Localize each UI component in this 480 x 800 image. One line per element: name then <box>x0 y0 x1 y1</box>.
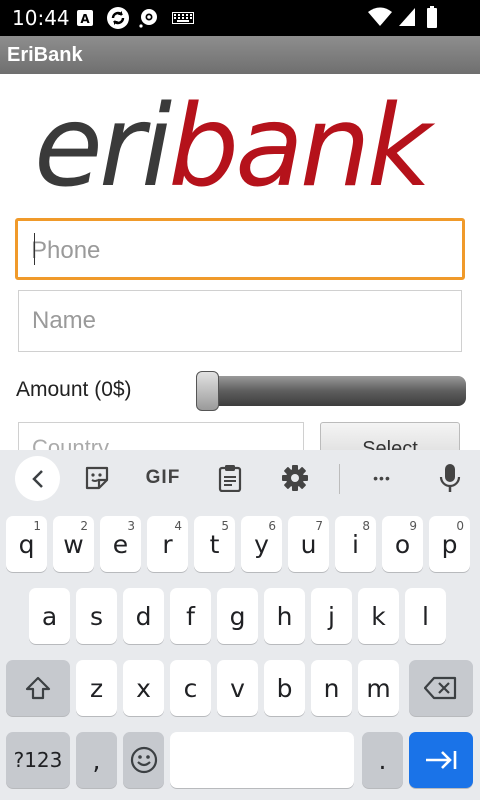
battery-icon <box>427 6 437 28</box>
key-label: o <box>394 529 411 559</box>
wifi-icon <box>368 7 392 26</box>
key-hint: 2 <box>80 519 88 533</box>
key-p[interactable]: p0 <box>429 516 470 572</box>
key-h[interactable]: h <box>264 588 305 644</box>
app-title: EriBank <box>7 44 83 66</box>
key-i[interactable]: i8 <box>335 516 376 572</box>
key-l[interactable]: l <box>405 588 446 644</box>
key-s[interactable]: s <box>76 588 117 644</box>
shift-key[interactable] <box>6 660 70 716</box>
key-label: q <box>18 529 35 559</box>
key-f[interactable]: f <box>170 588 211 644</box>
key-g[interactable]: g <box>217 588 258 644</box>
key-n[interactable]: n <box>311 660 352 716</box>
logo-text-bank: bank <box>168 82 432 212</box>
phone-input[interactable]: Phone <box>15 218 465 280</box>
name-placeholder: Name <box>32 307 97 334</box>
key-y[interactable]: y6 <box>241 516 282 572</box>
key-d[interactable]: d <box>123 588 164 644</box>
logo-text-eri: eri <box>34 82 172 212</box>
key-a[interactable]: a <box>29 588 70 644</box>
period-key[interactable]: . <box>362 732 403 788</box>
key-j[interactable]: j <box>311 588 352 644</box>
key-hint: 3 <box>127 519 135 533</box>
key-hint: 7 <box>315 519 323 533</box>
key-z[interactable]: z <box>76 660 117 716</box>
key-x[interactable]: x <box>123 660 164 716</box>
clipboard-icon <box>218 465 242 492</box>
key-label: t <box>209 529 220 559</box>
key-hint: 6 <box>268 519 276 533</box>
microphone-icon <box>439 464 461 492</box>
text-caret <box>34 233 35 265</box>
key-e[interactable]: e3 <box>100 516 141 572</box>
key-hint: 9 <box>409 519 417 533</box>
amount-slider-track[interactable] <box>196 376 466 406</box>
sticker-button[interactable] <box>82 462 112 494</box>
comma-key[interactable]: , <box>76 732 117 788</box>
key-label: e <box>112 529 129 559</box>
keyboard-status-icon <box>172 12 194 24</box>
clipboard-button[interactable] <box>215 462 245 494</box>
key-c[interactable]: c <box>170 660 211 716</box>
key-hint: 0 <box>456 519 464 533</box>
key-t[interactable]: t5 <box>194 516 235 572</box>
search-status-icon <box>139 9 157 28</box>
name-input[interactable]: Name <box>18 290 462 352</box>
soft-keyboard: GIF ••• q1 w2 e3 r4 t5 y6 u7 i8 o9 p0 a … <box>0 450 480 800</box>
next-field-key[interactable] <box>409 732 473 788</box>
keyboard-back-button[interactable] <box>15 456 60 501</box>
key-label: r <box>162 529 173 559</box>
key-w[interactable]: w2 <box>53 516 94 572</box>
emoji-icon <box>130 746 157 774</box>
key-label: w <box>63 529 84 559</box>
key-r[interactable]: r4 <box>147 516 188 572</box>
sync-icon <box>107 7 129 29</box>
key-o[interactable]: o9 <box>382 516 423 572</box>
key-hint: 1 <box>33 519 41 533</box>
app-title-bar: EriBank <box>0 36 480 74</box>
key-label: u <box>300 529 317 559</box>
sticker-icon <box>85 466 109 490</box>
key-label: y <box>254 529 269 559</box>
svg-text:A: A <box>80 12 90 26</box>
voice-input-button[interactable] <box>436 462 464 494</box>
key-k[interactable]: k <box>358 588 399 644</box>
gear-icon <box>282 465 308 491</box>
symbols-key[interactable]: ?123 <box>6 732 70 788</box>
tab-arrow-icon <box>426 751 457 769</box>
amount-slider-thumb[interactable] <box>196 371 219 411</box>
phone-placeholder: Phone <box>31 237 101 264</box>
settings-button[interactable] <box>280 462 310 494</box>
key-u[interactable]: u7 <box>288 516 329 572</box>
keyboard-a-icon: A <box>77 10 93 26</box>
more-button[interactable]: ••• <box>366 462 398 494</box>
gif-button[interactable]: GIF <box>143 462 183 494</box>
key-m[interactable]: m <box>358 660 399 716</box>
chevron-left-icon <box>31 469 43 488</box>
key-hint: 4 <box>174 519 182 533</box>
key-hint: 5 <box>221 519 229 533</box>
key-v[interactable]: v <box>217 660 258 716</box>
key-b[interactable]: b <box>264 660 305 716</box>
keyboard-toolbar: GIF ••• <box>0 450 480 506</box>
space-key[interactable] <box>170 732 354 788</box>
eribank-logo: eribank <box>34 91 444 203</box>
toolbar-divider <box>339 464 340 494</box>
key-hint: 8 <box>362 519 370 533</box>
shift-icon <box>25 676 51 700</box>
backspace-key[interactable] <box>409 660 473 716</box>
status-time: 10:44 <box>12 6 70 30</box>
status-bar: 10:44 A <box>0 0 480 36</box>
key-q[interactable]: q1 <box>6 516 47 572</box>
key-label: p <box>441 529 458 559</box>
backspace-icon <box>424 676 457 700</box>
signal-icon <box>399 8 415 26</box>
key-label: i <box>352 529 359 559</box>
emoji-key[interactable] <box>123 732 164 788</box>
amount-label: Amount (0$) <box>16 378 132 401</box>
